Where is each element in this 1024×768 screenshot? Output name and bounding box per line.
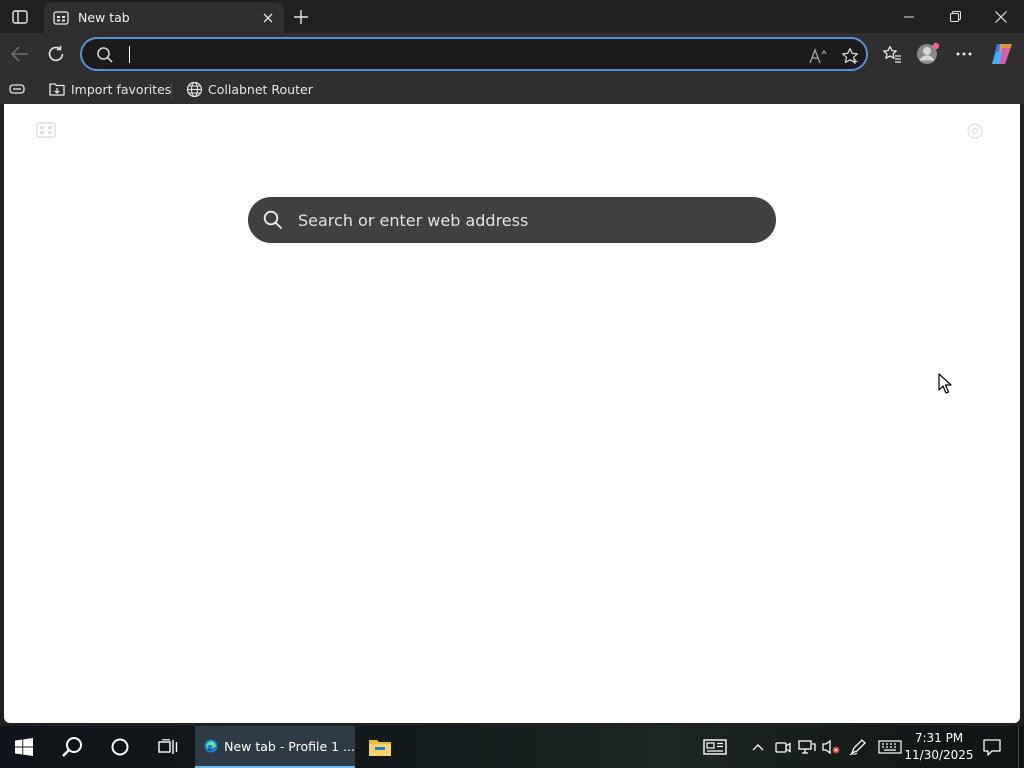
favorites-item-collabnet-router[interactable]: Collabnet Router	[185, 78, 313, 100]
copilot-icon	[992, 44, 1012, 64]
close-window-button[interactable]	[978, 0, 1024, 33]
plus-icon	[294, 10, 308, 24]
search-icon	[62, 737, 82, 757]
profile-button[interactable]	[913, 39, 943, 69]
address-bar[interactable]	[80, 37, 868, 71]
search-icon	[261, 208, 285, 232]
tab-title: New tab	[78, 10, 130, 25]
chevron-up-icon	[752, 744, 764, 751]
favorites-item-label: Collabnet Router	[208, 81, 313, 97]
keyboard-icon	[878, 740, 902, 754]
favorites-item-label: Import favorites	[71, 81, 172, 97]
task-view-button[interactable]	[144, 726, 192, 768]
globe-icon	[185, 80, 203, 98]
network-icon	[798, 740, 816, 754]
show-hidden-icons-button[interactable]	[748, 726, 768, 768]
app-launcher-icon[interactable]	[36, 122, 56, 138]
meet-now-button[interactable]	[773, 726, 793, 768]
start-button[interactable]	[0, 726, 48, 768]
mouse-pointer-icon	[938, 373, 952, 394]
search-taskbar-button[interactable]	[48, 726, 96, 768]
windows-logo-icon	[15, 738, 33, 756]
tab-actions-button[interactable]	[5, 4, 35, 30]
favorites-bar-menu-button[interactable]	[8, 78, 31, 100]
more-options-button[interactable]	[949, 39, 979, 69]
notification-icon	[983, 738, 1001, 756]
refresh-button[interactable]	[41, 39, 71, 69]
avatar-icon	[917, 42, 940, 64]
read-aloud-icon[interactable]	[806, 44, 830, 68]
search-icon	[97, 47, 113, 63]
volume-muted-icon	[822, 739, 840, 755]
file-explorer-icon	[369, 740, 391, 756]
taskbar-file-explorer[interactable]	[356, 726, 404, 768]
close-tab-icon[interactable]	[256, 6, 280, 30]
minimize-icon	[904, 16, 914, 17]
minimize-button[interactable]	[886, 0, 932, 33]
volume-button[interactable]	[820, 726, 842, 768]
restore-icon	[949, 11, 961, 22]
new-tab-button[interactable]	[288, 4, 314, 30]
news-widget-button[interactable]	[698, 726, 732, 768]
address-input[interactable]	[126, 44, 726, 64]
search-placeholder: Search or enter web address	[298, 210, 529, 230]
import-favorites-icon	[48, 80, 66, 98]
new-tab-page: Search or enter web address	[4, 104, 1020, 723]
browser-toolbar	[0, 33, 1024, 75]
web-search-box[interactable]: Search or enter web address	[248, 197, 776, 243]
touch-keyboard-button[interactable]	[876, 726, 904, 768]
favorites-separator	[171, 82, 172, 98]
back-arrow-icon	[11, 46, 28, 62]
favorites-bar: Import favorites Collabnet Router	[0, 75, 1024, 104]
favorite-star-icon[interactable]	[838, 44, 862, 68]
text-caret	[129, 46, 130, 63]
clock-time: 7:31 PM	[914, 731, 964, 745]
new-tab-page-icon	[53, 10, 69, 26]
favorites-item-import[interactable]: Import favorites	[48, 78, 171, 100]
pen-icon	[849, 739, 866, 756]
action-center-button[interactable]	[976, 726, 1008, 768]
video-camera-icon	[775, 742, 791, 753]
close-icon	[995, 10, 1007, 23]
edge-logo-icon	[204, 739, 218, 753]
taskbar-clock[interactable]: 7:31 PM 11/30/2025	[904, 730, 974, 764]
cortana-button[interactable]	[96, 726, 144, 768]
clock-date: 11/30/2025	[904, 748, 974, 762]
hide-favorites-bar-icon	[8, 80, 26, 98]
windows-taskbar: New tab - Profile 1 ... 7:31 PM 11/30/20…	[0, 726, 1024, 768]
refresh-icon	[48, 45, 64, 62]
tab-new-tab[interactable]: New tab	[44, 2, 284, 33]
restore-button[interactable]	[932, 0, 978, 33]
page-settings-icon[interactable]	[966, 122, 984, 140]
task-view-icon	[158, 739, 178, 754]
news-icon	[703, 739, 727, 755]
cortana-circle-icon	[111, 738, 129, 756]
back-button[interactable]	[5, 39, 35, 69]
pen-workspace-button[interactable]	[847, 726, 869, 768]
copilot-button[interactable]	[987, 39, 1017, 69]
browser-title-bar: New tab	[0, 0, 1024, 33]
taskbar-edge-window[interactable]: New tab - Profile 1 ...	[195, 726, 355, 768]
network-button[interactable]	[796, 726, 818, 768]
more-dots-icon	[956, 52, 972, 56]
taskbar-edge-label: New tab - Profile 1 ...	[224, 738, 355, 754]
show-desktop-button[interactable]	[1018, 726, 1024, 768]
favorites-button[interactable]	[877, 39, 907, 69]
favorites-star-list-icon	[883, 45, 901, 63]
tab-actions-icon	[12, 10, 28, 24]
